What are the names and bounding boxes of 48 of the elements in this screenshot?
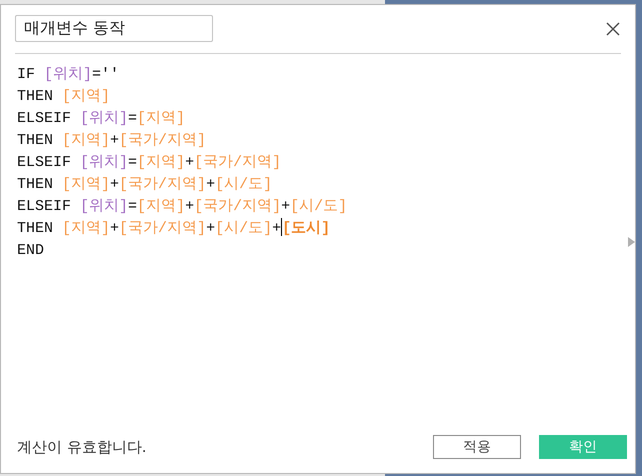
code-keyword: THEN — [17, 132, 54, 149]
code-operator: + — [206, 176, 216, 193]
close-icon[interactable] — [605, 20, 621, 36]
field-reference: [국가/지역] — [119, 176, 206, 193]
code-keyword: THEN — [17, 88, 54, 105]
apply-button[interactable]: 적용 — [433, 435, 521, 459]
field-reference: [국가/지역] — [119, 220, 206, 237]
formula-editor[interactable]: IF [위치]='' THEN [지역] ELSEIF [위치]=[지역] THEN [지역]+[국가/지역] ELSEIF [위치]=[지역]+[국가/지역] THEN [지역]+[국가/지역]+[시/도] ELSEIF [위치]=[지역]+[국가/지역]+[시/도] THEN [지역]+[국가/지역]+[시/도]+[도시] END — [1, 54, 635, 435]
field-reference: [지역] — [62, 220, 110, 237]
field-reference: [국가/지역] — [119, 132, 206, 149]
parameter-reference: [위치] — [80, 198, 128, 215]
code-keyword: ELSEIF — [17, 154, 72, 171]
code-operator: ='' — [92, 66, 120, 83]
field-reference: [국가/지역] — [194, 154, 282, 171]
code-keyword: END — [17, 242, 44, 259]
code-operator: + — [110, 220, 120, 237]
code-operator: + — [281, 198, 290, 215]
code-operator: + — [110, 176, 120, 193]
code-operator: + — [272, 220, 282, 237]
field-reference: [시/도] — [290, 198, 348, 215]
code-operator: = — [128, 198, 138, 215]
title-field[interactable]: 매개변수 동작 — [15, 15, 213, 42]
field-reference: [도시] — [282, 220, 330, 237]
code-keyword: ELSEIF — [17, 198, 72, 215]
code-operator: + — [185, 154, 194, 171]
code-keyword: THEN — [17, 220, 54, 237]
field-reference: [지역] — [137, 154, 186, 171]
parameter-reference: [위치] — [80, 110, 128, 127]
code-operator: = — [128, 154, 138, 171]
code-operator: + — [185, 198, 194, 215]
code-operator: + — [206, 220, 216, 237]
field-reference: [지역] — [137, 110, 186, 127]
code-keyword: ELSEIF — [17, 110, 72, 127]
code-operator: + — [110, 132, 120, 149]
field-reference: [시/도] — [215, 176, 272, 193]
parameter-reference: [위치] — [44, 66, 92, 83]
field-reference: [지역] — [137, 198, 186, 215]
parameter-reference: [위치] — [80, 154, 128, 171]
code-keyword: IF — [17, 66, 36, 83]
field-reference: [지역] — [62, 176, 110, 193]
code-operator: = — [128, 110, 138, 127]
text-cursor — [281, 218, 282, 236]
field-reference: [지역] — [62, 132, 110, 149]
status-message: 계산이 유효합니다. — [17, 438, 148, 456]
field-reference: [국가/지역] — [194, 198, 282, 215]
field-reference: [지역] — [62, 88, 110, 105]
field-reference: [시/도] — [215, 220, 272, 237]
code-keyword: THEN — [17, 176, 54, 193]
